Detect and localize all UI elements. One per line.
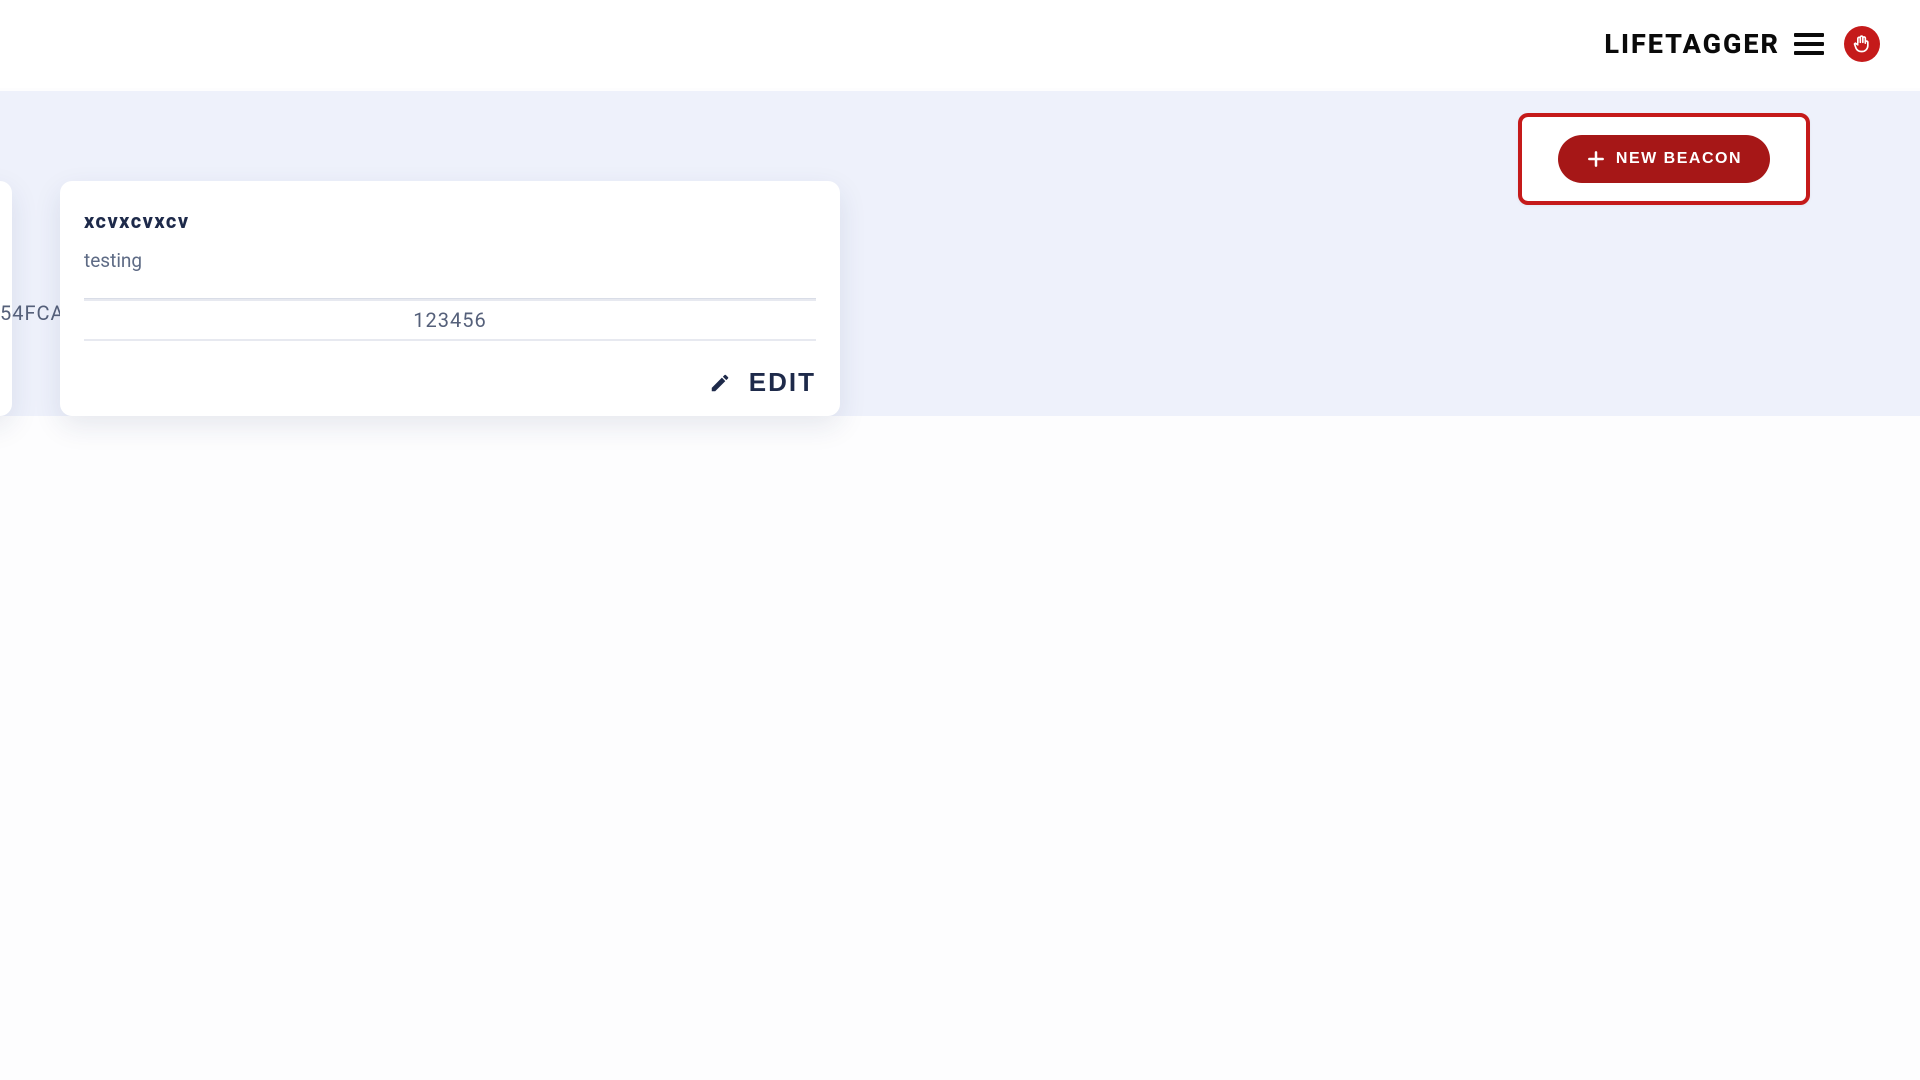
card-actions: EDIT bbox=[84, 341, 816, 398]
beacon-card: 54FCA88 EDIT bbox=[0, 181, 12, 416]
new-beacon-highlight-box: NEW BEACON bbox=[1518, 113, 1810, 205]
beacon-title: xcvxcvxcv bbox=[84, 209, 816, 233]
pencil-icon bbox=[709, 372, 731, 394]
beacon-cards-row: 54FCA88 EDIT xcvxcvxcv testing 123456 bbox=[0, 181, 840, 416]
app-header: LIFETAGGER bbox=[0, 0, 1920, 88]
new-beacon-button[interactable]: NEW BEACON bbox=[1558, 135, 1770, 183]
new-beacon-label: NEW BEACON bbox=[1616, 150, 1742, 168]
beacon-code: 123456 bbox=[84, 299, 816, 341]
content-strip: NEW BEACON 54FCA88 EDIT xcvxcvxcv bbox=[0, 91, 1920, 416]
hamburger-menu-icon[interactable] bbox=[1794, 33, 1824, 55]
beacon-subtitle: testing bbox=[84, 249, 816, 272]
brand-label: LIFETAGGER bbox=[1604, 28, 1780, 60]
beacon-card: xcvxcvxcv testing 123456 EDIT bbox=[60, 181, 840, 416]
edit-button[interactable]: EDIT bbox=[709, 367, 816, 398]
edit-label: EDIT bbox=[749, 367, 816, 398]
plus-icon bbox=[1586, 149, 1606, 169]
hand-logo-icon[interactable] bbox=[1844, 26, 1880, 62]
